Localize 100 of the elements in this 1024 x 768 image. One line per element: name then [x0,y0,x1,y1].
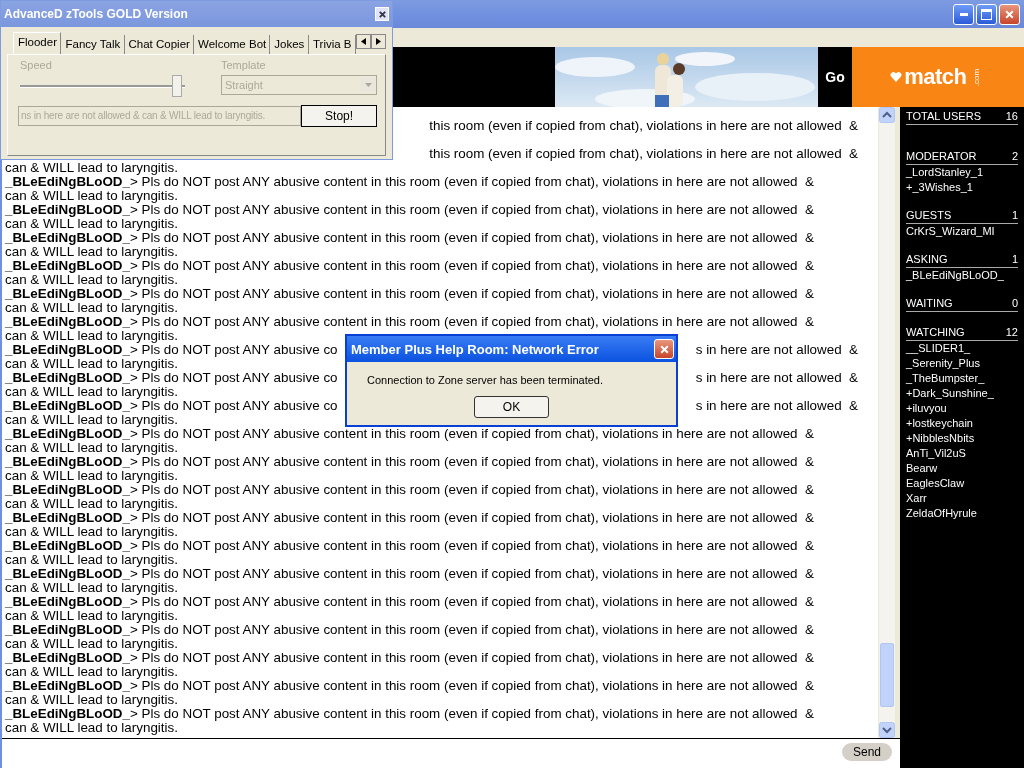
chat-message: can & WILL lead to laryngitis. [5,273,178,287]
user-name[interactable]: __SLIDER1_ [906,341,1018,356]
chat-message: _BLeEdiNgBLoOD_> Pls do NOT post ANY abusive content in this room (even if copied from chat), violations in here are not allowed & [5,511,814,525]
section-title: TOTAL USERS [906,109,981,124]
chat-message: s in here are not allowed & [695,399,858,413]
chat-message: s in here are not allowed & [695,343,858,357]
chat-message: _BLeEdiNgBLoOD_> Pls do NOT post ANY abusive content in this room (even if copied from chat), violations in here are not allowed & [5,651,814,665]
error-message: Connection to Zone server has been terminated. [367,374,604,386]
chat-message: can & WILL lead to laryngitis. [5,245,178,259]
user-count: 16 [1005,109,1018,124]
chat-message: _BLeEdiNgBLoOD_> Pls do NOT post ANY abusive content in this room (even if copied from chat), violations in here are not allowed & [5,259,814,273]
user-name[interactable]: _BLeEdiNgBLoOD_ [906,268,1018,283]
close-icon [658,343,670,355]
minimize-button[interactable] [953,3,974,25]
chat-message: s in here are not allowed & [695,371,858,385]
user-name[interactable]: +iluvyou [906,401,1018,416]
chat-message: can & WILL lead to laryngitis. [5,665,178,679]
stop-button[interactable]: Stop! [301,105,377,127]
section-title: MODERATOR [906,149,977,164]
chat-message: can & WILL lead to laryngitis. [5,385,178,399]
chat-message: can & WILL lead to laryngitis. [5,609,178,623]
user-name[interactable]: Xarr [906,491,1018,506]
chat-message: _BLeEdiNgBLoOD_> Pls do NOT post ANY abusive content in this room (even if copied from chat), violations in here are not allowed & [5,427,814,441]
close-icon [377,9,387,19]
logo-suffix: .com [972,68,982,86]
dialog-title: Member Plus Help Room: Network Error [351,341,599,357]
right-arrow-icon [376,38,381,45]
tab[interactable]: Flooder [13,32,62,54]
chat-message: _BLeEdiNgBLoOD_> Pls do NOT post ANY abusive content in this room (even if copied from chat), violations in here are not allowed & [5,679,814,693]
chat-message: can & WILL lead to laryngitis. [5,721,178,735]
scroll-right-button[interactable] [371,34,386,49]
chat-message: _BLeEdiNgBLoOD_> Pls do NOT post ANY abusive co [5,371,338,385]
chat-message: can & WILL lead to laryngitis. [5,497,178,511]
chat-message: can & WILL lead to laryngitis. [5,217,178,231]
chat-message: _BLeEdiNgBLoOD_> Pls do NOT post ANY abusive content in this room (even if copied from chat), violations in here are not allowed & [5,707,814,721]
scroll-thumb[interactable] [880,643,894,707]
user-name[interactable]: Bearw [906,461,1018,476]
user-count: 1 [1011,252,1018,267]
section-title: WAITING [906,296,953,311]
chat-message: can & WILL lead to laryngitis. [5,161,178,175]
close-button[interactable] [375,7,389,21]
chat-message: _BLeEdiNgBLoOD_> Pls do NOT post ANY abusive content in this room (even if copied from chat), violations in here are not allowed & [5,567,814,581]
chat-message: this room (even if copied from chat), violations in here are not allowed & [429,119,858,133]
scroll-left-button[interactable] [356,34,371,49]
chat-message: can & WILL lead to laryngitis. [5,441,178,455]
ok-button[interactable]: OK [474,396,549,418]
template-label: Template [221,59,267,71]
user-count: 12 [1005,325,1018,340]
chat-message: _BLeEdiNgBLoOD_> Pls do NOT post ANY abusive content in this room (even if copied from chat), violations in here are not allowed & [5,287,814,301]
chat-message: can & WILL lead to laryngitis. [5,189,178,203]
chat-message: _BLeEdiNgBLoOD_> Pls do NOT post ANY abusive content in this room (even if copied from chat), violations in here are not allowed & [5,315,814,329]
user-count: 0 [1011,296,1018,311]
chat-message: _BLeEdiNgBLoOD_> Pls do NOT post ANY abusive content in this room (even if copied from chat), violations in here are not allowed & [5,595,814,609]
chat-message: can & WILL lead to laryngitis. [5,301,178,315]
chat-message: _BLeEdiNgBLoOD_> Pls do NOT post ANY abusive content in this room (even if copied from chat), violations in here are not allowed & [5,203,814,217]
chat-message: _BLeEdiNgBLoOD_> Pls do NOT post ANY abusive content in this room (even if copied from chat), violations in here are not allowed & [5,455,814,469]
chat-message: can & WILL lead to laryngitis. [5,357,178,371]
speed-slider[interactable] [20,75,185,97]
user-name[interactable]: ZeldaOfHyrule [906,506,1018,521]
chat-message: can & WILL lead to laryngitis. [5,637,178,651]
speed-label: Speed [20,59,53,71]
left-arrow-icon [361,38,366,45]
chat-message: can & WILL lead to laryngitis. [5,413,178,427]
user-name[interactable]: CrKrS_Wizard_MI [906,224,1018,239]
chat-message: can & WILL lead to laryngitis. [5,553,178,567]
scroll-down-button[interactable] [879,722,895,738]
send-button[interactable]: Send [841,743,892,761]
chat-message: _BLeEdiNgBLoOD_> Pls do NOT post ANY abusive co [5,399,338,413]
section-title: WATCHING [906,325,965,340]
user-name[interactable]: +Dark_Sunshine_ [906,386,1018,401]
user-name[interactable]: EaglesClaw [906,476,1018,491]
section-title: ASKING [906,252,948,267]
user-name[interactable]: +_3Wishes_1 [906,180,1018,195]
user-count: 2 [1011,149,1018,164]
chat-message: _BLeEdiNgBLoOD_> Pls do NOT post ANY abusive content in this room (even if copied from chat), violations in here are not allowed & [5,483,814,497]
maximize-icon [981,8,992,20]
chat-message: can & WILL lead to laryngitis. [5,693,178,707]
message-input[interactable]: Send [2,738,900,768]
user-name[interactable]: _TheBumpster_ [906,371,1018,386]
close-icon [1004,8,1015,20]
chat-message: _BLeEdiNgBLoOD_> Pls do NOT post ANY abusive content in this room (even if copied from chat), violations in here are not allowed & [5,623,814,637]
chat-message: can & WILL lead to laryngitis. [5,469,178,483]
heart-icon [890,71,903,83]
user-name[interactable]: _Serenity_Plus [906,356,1018,371]
window-title: AdvanceD zTools GOLD Version [4,7,188,21]
user-name[interactable]: AnTi_Vil2uS [906,446,1018,461]
section-title: GUESTS [906,208,952,223]
user-name[interactable]: +lostkeychain [906,416,1018,431]
scroll-up-button[interactable] [879,107,895,123]
chat-message: can & WILL lead to laryngitis. [5,329,178,343]
chat-message: _BLeEdiNgBLoOD_> Pls do NOT post ANY abusive content in this room (even if copied from chat), violations in here are not allowed & [5,539,814,553]
chat-message: this room (even if copied from chat), violations in here are not allowed & [429,147,858,161]
dropdown-arrow-icon [364,83,372,87]
maximize-button[interactable] [976,3,997,25]
scrollbar[interactable] [879,107,895,738]
minimize-icon [959,12,968,16]
user-name[interactable]: +NibblesNbits [906,431,1018,446]
logo-text: match [904,64,967,90]
user-name[interactable]: _LordStanley_1 [906,165,1018,180]
user-count: 1 [1011,208,1018,223]
